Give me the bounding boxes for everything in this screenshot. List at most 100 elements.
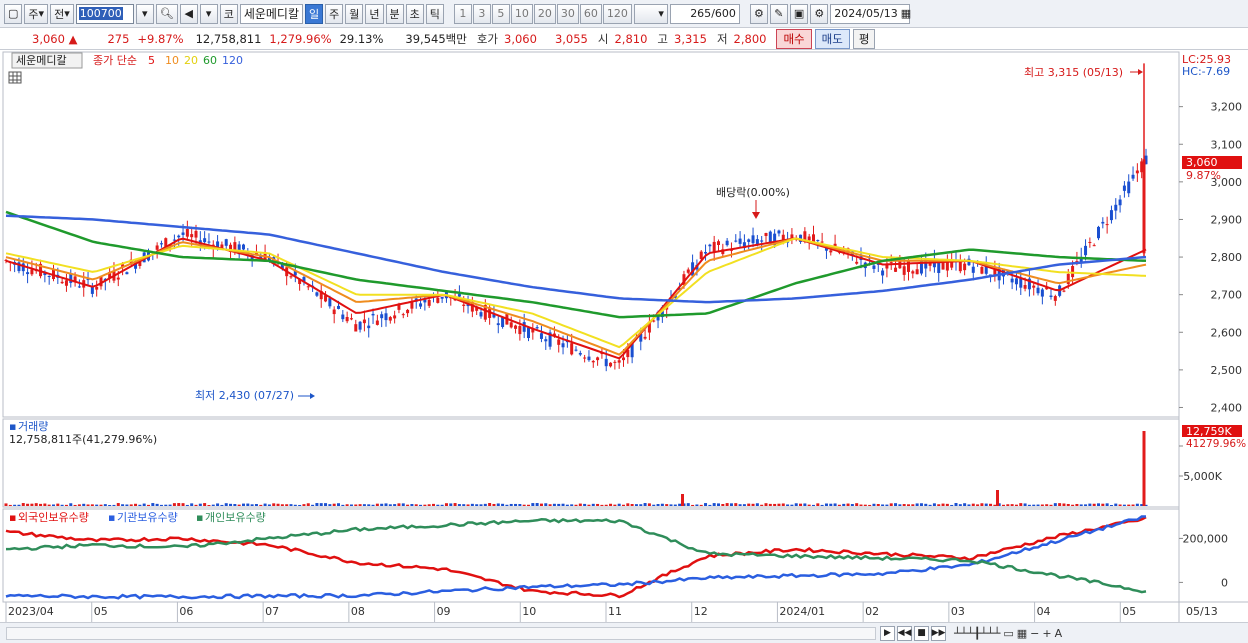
svg-text:▪: ▪ [108, 511, 115, 524]
zoom-slider[interactable]: ┴┴┴╂┴┴┴ [954, 627, 1000, 640]
sell-button[interactable]: 매도 [814, 28, 850, 49]
search-icon[interactable]: 🔍︎ [155, 3, 178, 24]
volume-bar-56 [246, 503, 250, 506]
legend-institution: 기관보유수량 [117, 511, 178, 524]
x-axis-end-label: 05/13 [1186, 605, 1218, 618]
candle-body-40 [177, 235, 181, 238]
chart-scrollbar[interactable] [6, 626, 876, 640]
date-input[interactable]: 2024/05/13 ▦ [830, 3, 911, 24]
volume-bar-198 [859, 504, 863, 506]
layout-icon[interactable]: ▭ [1003, 627, 1013, 640]
grid-icon[interactable]: ▦ [1017, 627, 1027, 640]
calendar-icon[interactable]: ▦ [901, 7, 911, 20]
candle-body-163 [708, 244, 712, 247]
interval-button-1[interactable]: 3 [472, 3, 491, 24]
price-change-pct: +9.87% [137, 31, 184, 46]
volume-bar-58 [254, 504, 258, 506]
period-button-2[interactable]: 월 [345, 3, 364, 24]
interval-button-5[interactable]: 30 [556, 3, 579, 24]
candle-body-72 [315, 292, 319, 296]
code-dropdown-icon[interactable]: ▾ [135, 3, 154, 24]
period-button-6[interactable]: 틱 [425, 3, 444, 24]
range-select[interactable]: 전 ▾ [50, 3, 74, 24]
candle-body-10 [47, 276, 51, 278]
period-button-3[interactable]: 년 [365, 3, 384, 24]
volume-bar-240 [1040, 504, 1044, 506]
volume-bar-161 [699, 504, 703, 506]
interval-button-6[interactable]: 60 [579, 3, 602, 24]
type-select[interactable]: 주 ▾ [24, 3, 49, 24]
volume-bar-95 [414, 504, 418, 506]
speaker-icon[interactable]: ◀︎ [179, 3, 198, 24]
price-tick-label-5: 2,700 [1211, 289, 1243, 302]
candle-body-128 [557, 339, 561, 345]
candle-body-55 [242, 244, 245, 250]
candle-body-179 [777, 230, 781, 234]
volume-bar-78 [341, 504, 345, 506]
period-button-0[interactable]: 일 [305, 3, 324, 24]
volume-bar-159 [691, 504, 695, 506]
volume-bar-59 [259, 504, 263, 506]
volume-bar-194 [842, 503, 846, 506]
volume-bar-148 [643, 503, 647, 506]
candle-body-89 [388, 317, 392, 321]
stock-chart[interactable]: 3,2003,1003,0002,9002,8002,7002,6002,500… [0, 50, 1248, 622]
volume-bar-259 [1122, 504, 1126, 506]
interval-button-3[interactable]: 10 [510, 3, 533, 24]
interval-button-4[interactable]: 20 [533, 3, 556, 24]
volume-bar-205 [889, 503, 893, 506]
volume-bar-152 [660, 503, 664, 506]
interval-button-0[interactable]: 1 [453, 3, 472, 24]
interval-button-7[interactable]: 120 [602, 3, 632, 24]
save-icon[interactable]: ▣ [789, 3, 809, 24]
candle-body-28 [125, 272, 129, 275]
eval-button[interactable]: 평 [852, 28, 876, 49]
volume-bar-70 [306, 503, 310, 506]
draw-icon[interactable]: ✎ [769, 3, 788, 24]
rewind-icon[interactable]: ◀◀ [897, 625, 912, 641]
interval-button-2[interactable]: 5 [491, 3, 510, 24]
date-value: 2024/05/13 [834, 7, 898, 20]
volume-bar-201 [872, 503, 876, 506]
zoom-in-icon[interactable]: + [1042, 627, 1051, 640]
period-button-1[interactable]: 주 [325, 3, 344, 24]
forward-icon[interactable]: ▶▶ [931, 625, 946, 641]
candle-body-206 [894, 267, 898, 272]
volume-bar-42 [185, 504, 189, 506]
table-icon[interactable] [8, 71, 22, 84]
code-input[interactable]: 100700 [75, 3, 134, 24]
prev-next-icon[interactable]: ▾ [199, 3, 218, 24]
period-button-4[interactable]: 분 [385, 3, 404, 24]
stop-icon[interactable]: ■ [914, 625, 929, 641]
high-label: 고 [657, 31, 668, 46]
volume-panel-value: 12,758,811주(41,279.96%) [9, 433, 157, 446]
candle-body-176 [764, 233, 768, 236]
volume-bar-71 [311, 504, 315, 506]
font-icon[interactable]: A [1055, 627, 1063, 640]
settings-icon[interactable]: ⚙︎ [810, 3, 829, 24]
period-button-5[interactable]: 초 [405, 3, 424, 24]
volume-bar-256 [1109, 504, 1113, 506]
indicator-icon[interactable]: ⚙︎ [749, 3, 768, 24]
buy-button[interactable]: 매수 [776, 28, 812, 49]
candle-body-79 [345, 316, 349, 322]
volume-bar-143 [622, 504, 625, 506]
candle-body-188 [816, 240, 820, 242]
interval-dropdown[interactable]: ▾ [633, 3, 668, 24]
volume-panel-title: 거래량 [18, 420, 48, 433]
candle-body-197 [855, 261, 859, 264]
zoom-out-icon[interactable]: − [1030, 627, 1039, 640]
market-button[interactable]: 코 [219, 3, 238, 24]
chart-area[interactable]: 3,200 3,100 3,000 2,900 2,800 2,700 2,600 2,500… [0, 50, 1248, 622]
low-label: 저 [716, 31, 728, 46]
volume-bar-235 [1019, 503, 1023, 506]
range-label: 전 [54, 7, 65, 21]
candle-body-36 [159, 243, 163, 245]
volume-bar-241 [1045, 504, 1049, 506]
window-icon[interactable]: ▢ [4, 3, 23, 24]
volume-bar-98 [427, 504, 431, 506]
volume-bar-17 [77, 504, 81, 506]
scroll-right-icon[interactable]: ▶ [880, 625, 895, 641]
count-input[interactable]: 265/600 [669, 3, 740, 24]
volume-bar-14 [64, 504, 68, 506]
